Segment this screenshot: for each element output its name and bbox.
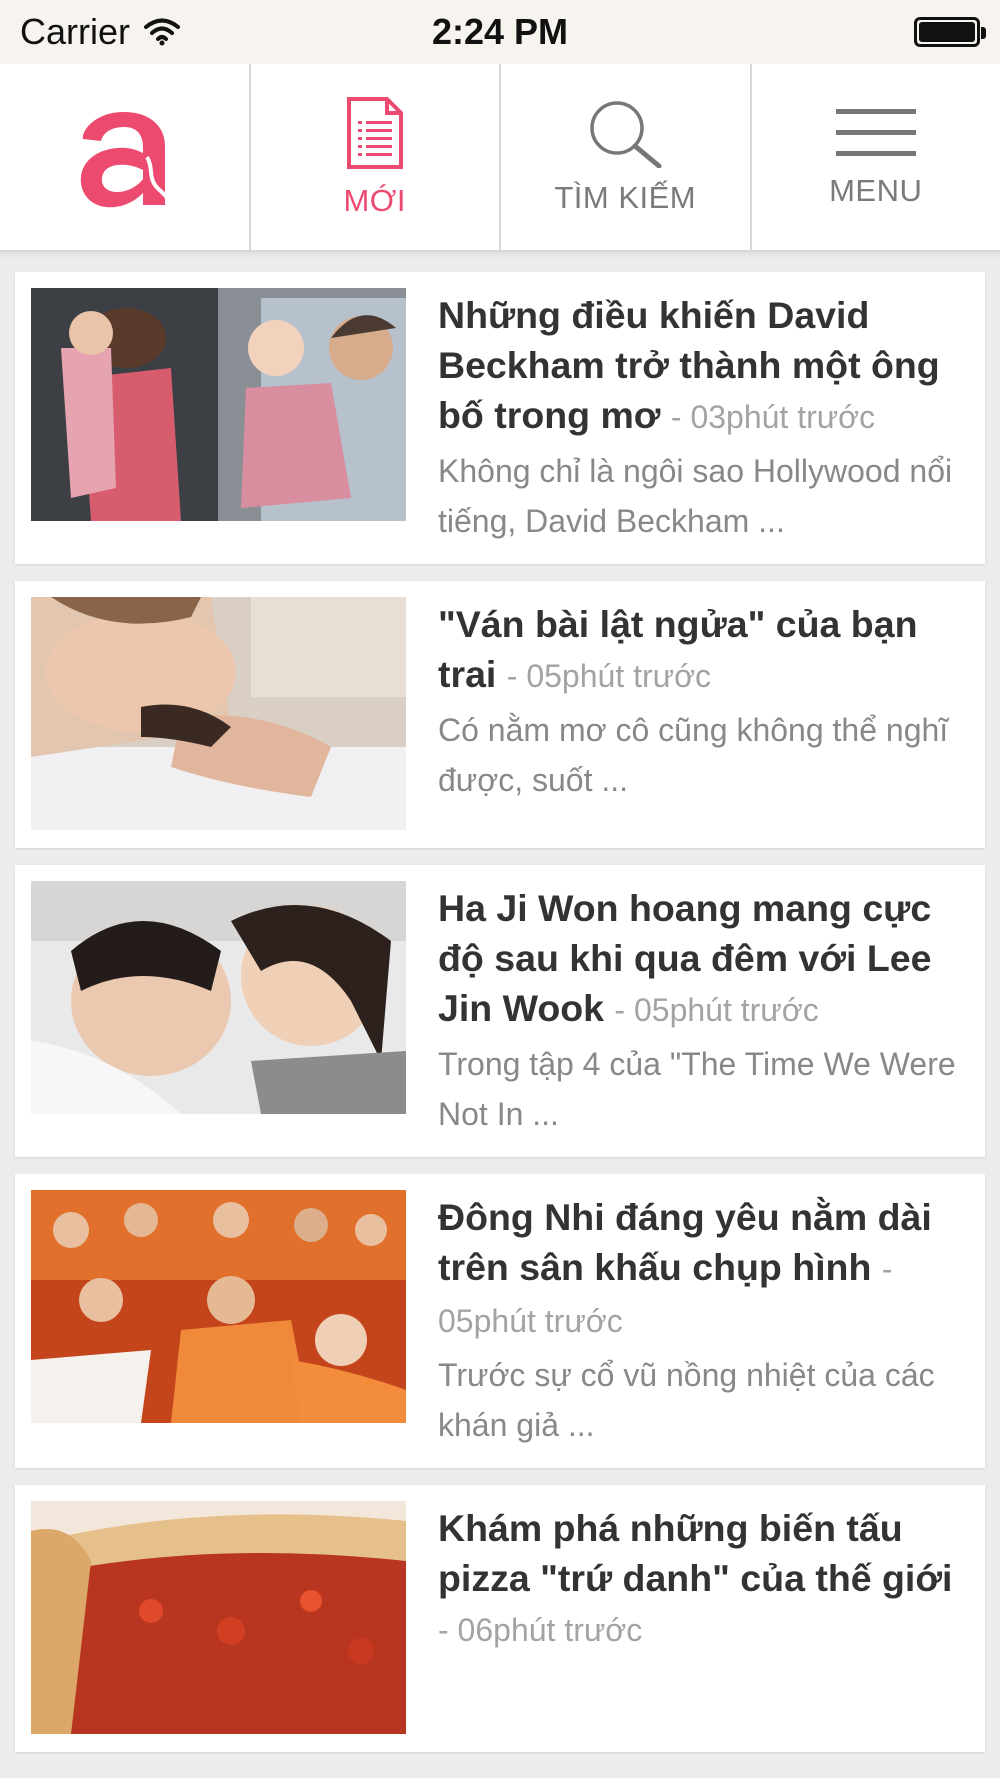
article-title-block: Ha Ji Won hoang mang cực độ sau khi qua … xyxy=(438,883,969,1035)
tab-search-label: TÌM KIẾM xyxy=(554,180,697,215)
article-thumbnail xyxy=(31,1501,406,1734)
article-text: Những điều khiến David Beckham trở thành… xyxy=(438,288,969,546)
article-title-block: Những điều khiến David Beckham trở thành… xyxy=(438,290,969,442)
logo-button[interactable] xyxy=(0,64,251,250)
tab-menu-label: MENU xyxy=(829,173,923,208)
tab-new-label: MỚI xyxy=(343,183,407,218)
top-navbar: MỚI TÌM KIẾM MENU xyxy=(0,64,1000,252)
article-time: - 03phút trước xyxy=(670,399,876,435)
article-card[interactable]: Đông Nhi đáng yêu nằm dài trên sân khấu … xyxy=(15,1174,985,1468)
article-title-block: Đông Nhi đáng yêu nằm dài trên sân khấu … xyxy=(438,1192,969,1346)
carrier-group: Carrier xyxy=(20,11,181,53)
article-excerpt: Không chỉ là ngôi sao Hollywood nổi tiến… xyxy=(438,453,953,539)
article-thumbnail xyxy=(31,881,406,1114)
article-feed: Những điều khiến David Beckham trở thành… xyxy=(0,252,1000,1752)
article-thumbnail xyxy=(31,288,406,521)
tab-search[interactable]: TÌM KIẾM xyxy=(501,64,752,250)
article-card[interactable]: Những điều khiến David Beckham trở thành… xyxy=(15,272,985,564)
search-icon xyxy=(590,101,662,168)
article-excerpt: Trong tập 4 của "The Time We Were Not In… xyxy=(438,1046,956,1132)
article-time: - 05phút trước xyxy=(614,992,819,1028)
article-card[interactable]: Ha Ji Won hoang mang cực độ sau khi qua … xyxy=(15,865,985,1157)
article-thumbnail xyxy=(31,1190,406,1423)
article-time: - 05phút trước xyxy=(506,658,712,694)
article-thumbnail xyxy=(31,597,406,830)
brand-logo-icon xyxy=(81,112,172,208)
article-card[interactable]: Khám phá những biến tấu pizza "trứ danh"… xyxy=(15,1485,985,1752)
tab-menu[interactable]: MENU xyxy=(752,64,1000,250)
carrier-label: Carrier xyxy=(20,11,131,52)
article-title-block: "Ván bài lật ngửa" của bạn trai - 05phút… xyxy=(438,599,969,701)
article-card[interactable]: "Ván bài lật ngửa" của bạn trai - 05phút… xyxy=(15,581,985,848)
article-title: Khám phá những biến tấu pizza "trứ danh"… xyxy=(438,1507,953,1599)
article-text: Đông Nhi đáng yêu nằm dài trên sân khấu … xyxy=(438,1190,969,1450)
article-title: Đông Nhi đáng yêu nằm dài trên sân khấu … xyxy=(438,1196,932,1288)
article-text: Ha Ji Won hoang mang cực độ sau khi qua … xyxy=(438,881,969,1139)
article-excerpt: Trước sự cổ vũ nồng nhiệt của các khán g… xyxy=(438,1357,935,1443)
battery-icon xyxy=(914,17,986,47)
status-bar: Carrier 2:24 PM xyxy=(0,0,1000,64)
article-text: "Ván bài lật ngửa" của bạn trai - 05phút… xyxy=(438,597,969,830)
tab-new[interactable]: MỚI xyxy=(251,64,501,250)
hamburger-menu-icon xyxy=(835,109,916,156)
document-list-icon xyxy=(346,97,403,169)
article-title-block: Khám phá những biến tấu pizza "trứ danh"… xyxy=(438,1503,969,1655)
wifi-icon xyxy=(144,18,181,46)
article-time: - 06phút trước xyxy=(438,1612,643,1648)
article-text: Khám phá những biến tấu pizza "trứ danh"… xyxy=(438,1501,969,1734)
article-excerpt: Có nằm mơ cô cũng không thể nghĩ được, s… xyxy=(438,712,949,798)
